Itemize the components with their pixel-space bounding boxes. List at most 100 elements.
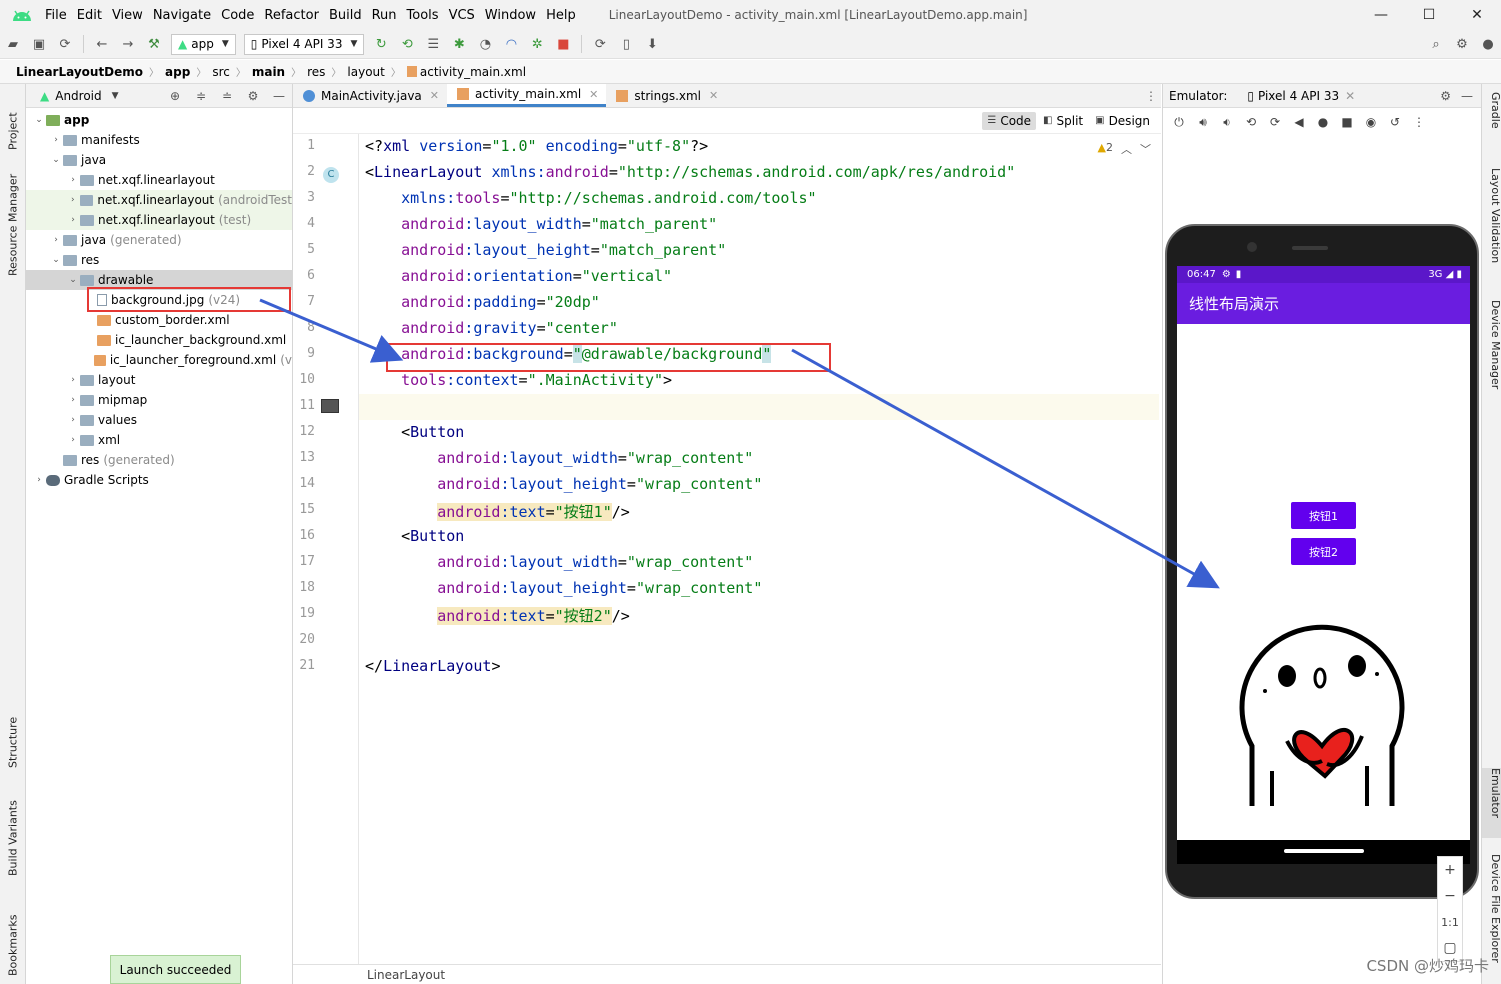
settings-gear-icon[interactable]: ⚙: [1440, 89, 1451, 103]
volume-down-icon[interactable]: 🔉︎: [1215, 115, 1239, 130]
code-line[interactable]: android:layout_width="match_parent": [365, 215, 717, 233]
close-icon[interactable]: ✕: [589, 88, 598, 101]
hide-panel-icon[interactable]: —: [266, 89, 292, 103]
chevron-right-icon[interactable]: ›: [66, 395, 80, 405]
tree-item[interactable]: › manifests: [26, 130, 292, 150]
tree-item[interactable]: ic_launcher_background.xml: [26, 330, 292, 350]
profile-icon[interactable]: ◠: [500, 33, 522, 55]
code-line[interactable]: android:layout_width="wrap_content": [365, 553, 753, 571]
chevron-down-icon[interactable]: ⌄: [49, 155, 63, 165]
project-tool-tab[interactable]: Project: [0, 90, 26, 150]
class-gutter-icon[interactable]: C: [323, 167, 339, 183]
zoom-actual-size-button[interactable]: 1:1: [1441, 909, 1459, 935]
crumb-module[interactable]: app: [165, 65, 190, 79]
account-icon[interactable]: ●: [1477, 33, 1499, 55]
chevron-right-icon[interactable]: ›: [32, 475, 46, 485]
emulator-tool-tab[interactable]: Emulator: [1482, 768, 1501, 838]
tree-item[interactable]: › layout: [26, 370, 292, 390]
menu-navigate[interactable]: Navigate: [148, 8, 216, 23]
menu-tools[interactable]: Tools: [402, 8, 444, 23]
chevron-down-icon[interactable]: ⌄: [49, 255, 63, 265]
emulator-device-tab[interactable]: ▯ Pixel 4 API 33 ✕: [1247, 89, 1355, 103]
crumb-project[interactable]: LinearLayoutDemo: [16, 65, 143, 79]
menu-window[interactable]: Window: [480, 8, 541, 23]
menu-help[interactable]: Help: [541, 8, 581, 23]
code-line[interactable]: android:orientation="vertical": [365, 267, 672, 285]
close-icon[interactable]: ✕: [1345, 89, 1355, 103]
build-variants-tool-tab[interactable]: Build Variants: [0, 786, 26, 876]
crumb-main[interactable]: main: [252, 65, 285, 79]
settings-gear-icon[interactable]: ⚙: [1451, 33, 1473, 55]
rotate-left-icon[interactable]: ⟲: [1239, 115, 1263, 129]
collapse-all-icon[interactable]: ≐: [214, 89, 240, 103]
structure-tool-tab[interactable]: Structure: [0, 698, 26, 768]
code-line[interactable]: <Button: [365, 527, 464, 545]
menu-edit[interactable]: Edit: [72, 8, 107, 23]
project-view-select[interactable]: Android: [55, 89, 101, 103]
code-line[interactable]: android:gravity="center": [365, 319, 618, 337]
tree-item[interactable]: › Gradle Scripts: [26, 470, 292, 490]
search-icon[interactable]: ⌕: [1425, 33, 1447, 55]
device-manager-icon[interactable]: ▯: [615, 33, 637, 55]
save-all-icon[interactable]: ▣: [28, 33, 50, 55]
tab-strings[interactable]: strings.xml ✕: [606, 84, 726, 107]
menu-code[interactable]: Code: [216, 8, 259, 23]
gradle-tool-tab[interactable]: Gradle: [1482, 92, 1501, 152]
tree-item[interactable]: custom_border.xml: [26, 310, 292, 330]
more-options-icon[interactable]: ⋮: [1141, 89, 1161, 103]
run-config-select[interactable]: ▲ app ▼: [171, 33, 236, 55]
tree-item[interactable]: ⌄ app: [26, 110, 292, 130]
tree-item[interactable]: › values: [26, 410, 292, 430]
code-line[interactable]: <Button: [365, 423, 464, 441]
expand-all-icon[interactable]: ≑: [188, 89, 214, 103]
menu-vcs[interactable]: VCS: [444, 8, 480, 23]
bookmarks-tool-tab[interactable]: Bookmarks: [0, 896, 26, 976]
code-line[interactable]: android:layout_height="wrap_content": [365, 475, 762, 493]
menu-view[interactable]: View: [107, 8, 148, 23]
code-area[interactable]: <?xml version="1.0" encoding="utf-8"?> <L…: [359, 134, 1159, 964]
code-line[interactable]: <LinearLayout xmlns:android="http://sche…: [365, 163, 1015, 181]
chevron-right-icon[interactable]: ›: [66, 375, 80, 385]
tree-item[interactable]: › mipmap: [26, 390, 292, 410]
menu-file[interactable]: File: [40, 8, 72, 23]
rerun-icon[interactable]: ↻: [370, 33, 392, 55]
close-icon[interactable]: ✕: [430, 89, 439, 102]
chevron-right-icon[interactable]: ›: [66, 175, 80, 185]
tab-mainactivity[interactable]: MainActivity.java ✕: [293, 84, 447, 107]
code-line[interactable]: xmlns:tools="http://schemas.android.com/…: [365, 189, 816, 207]
run-tests-icon[interactable]: ✲: [526, 33, 548, 55]
tree-item[interactable]: ⌄ java: [26, 150, 292, 170]
code-line[interactable]: android:layout_height="wrap_content": [365, 579, 762, 597]
gradle-sync-icon[interactable]: ⟳: [589, 33, 611, 55]
code-line[interactable]: <?xml version="1.0" encoding="utf-8"?>: [365, 137, 708, 155]
code-line[interactable]: android:text="按钮2"/>: [365, 605, 630, 626]
zoom-out-button[interactable]: −: [1444, 883, 1456, 909]
crumb-file[interactable]: activity_main.xml: [420, 65, 526, 79]
crumb-res[interactable]: res: [307, 65, 325, 79]
tree-item[interactable]: ⌄ res: [26, 250, 292, 270]
sdk-manager-icon[interactable]: ⬇: [641, 33, 663, 55]
zoom-in-button[interactable]: +: [1444, 857, 1456, 883]
menu-build[interactable]: Build: [324, 8, 367, 23]
hide-panel-icon[interactable]: —: [1461, 89, 1473, 103]
tab-activity-main[interactable]: activity_main.xml ✕: [447, 84, 607, 107]
tree-item[interactable]: › xml: [26, 430, 292, 450]
crumb-src[interactable]: src: [212, 65, 230, 79]
stop-icon[interactable]: ■: [552, 33, 574, 55]
device-manager-tool-tab[interactable]: Device Manager: [1482, 300, 1501, 410]
chevron-right-icon[interactable]: ›: [49, 235, 63, 245]
image-preview-gutter-icon[interactable]: [321, 399, 339, 413]
home-gesture-pill[interactable]: [1284, 849, 1364, 853]
forward-arrow-icon[interactable]: →: [117, 33, 139, 55]
build-hammer-icon[interactable]: ⚒: [143, 33, 165, 55]
volume-up-icon[interactable]: 🔊︎: [1191, 115, 1215, 130]
open-folder-icon[interactable]: ▰: [2, 33, 24, 55]
code-line[interactable]: android:padding="20dp": [365, 293, 600, 311]
logcat-icon[interactable]: ☰: [422, 33, 444, 55]
overview-icon[interactable]: ■: [1335, 115, 1359, 129]
code-line[interactable]: </LinearLayout>: [365, 657, 500, 675]
sync-icon[interactable]: ⟳: [54, 33, 76, 55]
device-select[interactable]: ▯ Pixel 4 API 33 ▼: [243, 33, 365, 55]
close-icon[interactable]: ✕: [709, 89, 718, 102]
close-window-button[interactable]: ✕: [1453, 0, 1501, 30]
